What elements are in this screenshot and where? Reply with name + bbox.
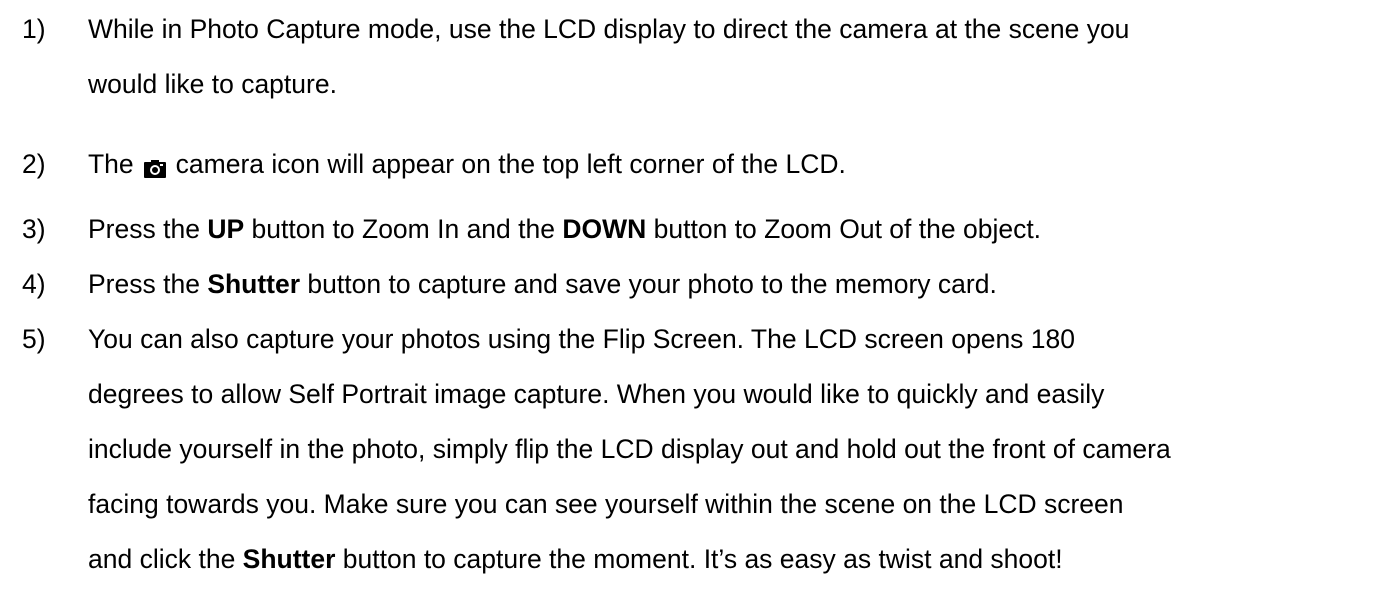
instruction-line: facing towards you. Make sure you can se…	[88, 489, 1124, 519]
instruction-line: include yourself in the photo, simply fl…	[88, 434, 1171, 464]
instruction-line: degrees to allow Self Portrait image cap…	[88, 379, 1105, 409]
instruction-text: Press the Shutter button to capture and …	[88, 257, 1373, 312]
camera-icon	[143, 142, 166, 197]
instruction-text: You can also capture your photos using t…	[88, 312, 1373, 587]
instruction-line: While in Photo Capture mode, use the LCD…	[88, 14, 1130, 44]
text-segment: button to capture the moment. It’s as ea…	[335, 544, 1063, 574]
text-segment: button to capture and save your photo to…	[300, 269, 997, 299]
shutter-button-label: Shutter	[242, 544, 336, 574]
instruction-text-before-icon: The	[88, 149, 134, 179]
instruction-line: You can also capture your photos using t…	[88, 324, 1076, 354]
instruction-number: 3)	[22, 214, 46, 244]
text-segment: and click the	[88, 544, 243, 574]
shutter-button-label: Shutter	[207, 269, 301, 299]
up-button-label: UP	[207, 214, 245, 244]
instruction-text: Press the UP button to Zoom In and the D…	[88, 202, 1373, 257]
text-segment: button to Zoom In and the	[244, 214, 563, 244]
instruction-line: would like to capture.	[88, 69, 337, 99]
down-button-label: DOWN	[562, 214, 647, 244]
instruction-text: The camera icon will appear on the top le…	[88, 137, 1373, 192]
text-segment: Press the	[88, 269, 208, 299]
instruction-line: and click the Shutter button to capture …	[88, 532, 1373, 587]
instruction-number: 4)	[22, 269, 46, 299]
text-segment: button to Zoom Out of the object.	[646, 214, 1042, 244]
instruction-text: While in Photo Capture mode, use the LCD…	[88, 2, 1373, 112]
instruction-number: 5)	[22, 324, 46, 354]
instruction-text-after-icon: camera icon will appear on the top left …	[175, 149, 846, 179]
text-segment: Press the	[88, 214, 208, 244]
instruction-number: 1)	[22, 14, 46, 44]
instruction-number: 2)	[22, 149, 46, 179]
